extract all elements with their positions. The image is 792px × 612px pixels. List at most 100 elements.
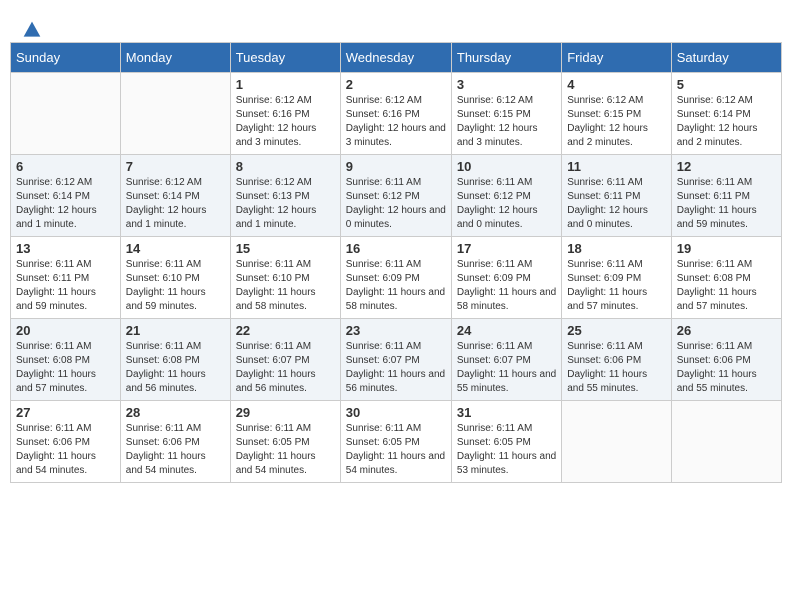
calendar-day-cell: 24Sunrise: 6:11 AM Sunset: 6:07 PM Dayli… bbox=[451, 319, 561, 401]
day-of-week-header: Sunday bbox=[11, 43, 121, 73]
day-of-week-header: Thursday bbox=[451, 43, 561, 73]
calendar-day-cell: 25 Sunrise: 6:11 AM Sunset: 6:06 PM Dayli… bbox=[562, 319, 672, 401]
calendar-day-cell: 10 Sunrise: 6:11 AM Sunset: 6:12 PM Dayli… bbox=[451, 155, 561, 237]
day-info: Sunrise: 6:11 AM Sunset: 6:05 PM Dayligh… bbox=[236, 422, 335, 478]
calendar-day-cell: 5 Sunrise: 6:12 AM Sunset: 6:14 PM Daylig… bbox=[671, 73, 781, 155]
day-info: Sunrise: 6:11 AM Sunset: 6:06 PM Dayligh… bbox=[16, 422, 115, 478]
day-number: 27 bbox=[16, 405, 115, 420]
day-number: 4 bbox=[567, 77, 666, 92]
day-of-week-header: Saturday bbox=[671, 43, 781, 73]
calendar-day-cell: 29 Sunrise: 6:11 AM Sunset: 6:05 PM Dayli… bbox=[230, 401, 340, 483]
day-number: 11 bbox=[567, 159, 666, 174]
calendar-day-cell: 15 Sunrise: 6:11 AM Sunset: 6:10 PM Dayli… bbox=[230, 237, 340, 319]
calendar-day-cell bbox=[671, 401, 781, 483]
day-info: Sunrise: 6:11 AM Sunset: 6:12 PM Dayligh… bbox=[457, 176, 556, 232]
day-info: Sunrise: 6:11 AM Sunset: 6:10 PM Dayligh… bbox=[236, 258, 335, 314]
day-info: Sunrise: 6:11 AM Sunset: 6:07 PM Dayligh… bbox=[346, 340, 446, 396]
calendar-day-cell: 6Sunrise: 6:12 AM Sunset: 6:14 PM Daylig… bbox=[11, 155, 121, 237]
day-info: Sunrise: 6:11 AM Sunset: 6:06 PM Dayligh… bbox=[677, 340, 776, 396]
calendar-day-cell: 9 Sunrise: 6:11 AM Sunset: 6:12 PM Daylig… bbox=[340, 155, 451, 237]
day-number: 1 bbox=[236, 77, 335, 92]
calendar-day-cell: 11 Sunrise: 6:11 AM Sunset: 6:11 PM Dayli… bbox=[562, 155, 672, 237]
calendar-day-cell: 31Sunrise: 6:11 AM Sunset: 6:05 PM Dayli… bbox=[451, 401, 561, 483]
calendar-day-cell: 21 Sunrise: 6:11 AM Sunset: 6:08 PM Dayli… bbox=[120, 319, 230, 401]
calendar-week-row: 13 Sunrise: 6:11 AM Sunset: 6:11 PM Dayli… bbox=[11, 237, 782, 319]
day-info: Sunrise: 6:12 AM Sunset: 6:14 PM Dayligh… bbox=[126, 176, 225, 232]
day-number: 30 bbox=[346, 405, 446, 420]
day-info: Sunrise: 6:11 AM Sunset: 6:11 PM Dayligh… bbox=[16, 258, 115, 314]
day-info: Sunrise: 6:11 AM Sunset: 6:10 PM Dayligh… bbox=[126, 258, 225, 314]
day-info: Sunrise: 6:12 AM Sunset: 6:14 PM Dayligh… bbox=[677, 94, 776, 150]
day-number: 20 bbox=[16, 323, 115, 338]
day-of-week-header: Wednesday bbox=[340, 43, 451, 73]
day-of-week-header: Tuesday bbox=[230, 43, 340, 73]
day-info: Sunrise: 6:11 AM Sunset: 6:06 PM Dayligh… bbox=[126, 422, 225, 478]
calendar-day-cell: 1 Sunrise: 6:12 AM Sunset: 6:16 PM Daylig… bbox=[230, 73, 340, 155]
logo-icon bbox=[22, 20, 42, 40]
day-number: 21 bbox=[126, 323, 225, 338]
day-info: Sunrise: 6:11 AM Sunset: 6:05 PM Dayligh… bbox=[346, 422, 446, 478]
calendar-day-cell: 4 Sunrise: 6:12 AM Sunset: 6:15 PM Daylig… bbox=[562, 73, 672, 155]
day-number: 9 bbox=[346, 159, 446, 174]
day-number: 25 bbox=[567, 323, 666, 338]
calendar-week-row: 27 Sunrise: 6:11 AM Sunset: 6:06 PM Dayli… bbox=[11, 401, 782, 483]
calendar-day-cell: 28Sunrise: 6:11 AM Sunset: 6:06 PM Dayli… bbox=[120, 401, 230, 483]
day-number: 18 bbox=[567, 241, 666, 256]
day-number: 12 bbox=[677, 159, 776, 174]
calendar-day-cell: 12 Sunrise: 6:11 AM Sunset: 6:11 PM Dayli… bbox=[671, 155, 781, 237]
day-number: 24 bbox=[457, 323, 556, 338]
day-number: 31 bbox=[457, 405, 556, 420]
day-info: Sunrise: 6:11 AM Sunset: 6:07 PM Dayligh… bbox=[236, 340, 335, 396]
day-number: 29 bbox=[236, 405, 335, 420]
calendar-day-cell: 22 Sunrise: 6:11 AM Sunset: 6:07 PM Dayli… bbox=[230, 319, 340, 401]
calendar-week-row: 6Sunrise: 6:12 AM Sunset: 6:14 PM Daylig… bbox=[11, 155, 782, 237]
calendar-day-cell: 30 Sunrise: 6:11 AM Sunset: 6:05 PM Dayli… bbox=[340, 401, 451, 483]
day-number: 26 bbox=[677, 323, 776, 338]
day-info: Sunrise: 6:11 AM Sunset: 6:09 PM Dayligh… bbox=[346, 258, 446, 314]
day-info: Sunrise: 6:11 AM Sunset: 6:08 PM Dayligh… bbox=[16, 340, 115, 396]
calendar-day-cell: 18 Sunrise: 6:11 AM Sunset: 6:09 PM Dayli… bbox=[562, 237, 672, 319]
day-number: 5 bbox=[677, 77, 776, 92]
day-info: Sunrise: 6:11 AM Sunset: 6:08 PM Dayligh… bbox=[677, 258, 776, 314]
day-number: 23 bbox=[346, 323, 446, 338]
calendar-table: SundayMondayTuesdayWednesdayThursdayFrid… bbox=[10, 42, 782, 483]
calendar-day-cell bbox=[11, 73, 121, 155]
day-number: 16 bbox=[346, 241, 446, 256]
calendar-day-cell: 14 Sunrise: 6:11 AM Sunset: 6:10 PM Dayli… bbox=[120, 237, 230, 319]
day-info: Sunrise: 6:11 AM Sunset: 6:06 PM Dayligh… bbox=[567, 340, 666, 396]
calendar-day-cell: 26 Sunrise: 6:11 AM Sunset: 6:06 PM Dayli… bbox=[671, 319, 781, 401]
calendar-day-cell: 17Sunrise: 6:11 AM Sunset: 6:09 PM Dayli… bbox=[451, 237, 561, 319]
calendar-header-row: SundayMondayTuesdayWednesdayThursdayFrid… bbox=[11, 43, 782, 73]
calendar-day-cell: 13 Sunrise: 6:11 AM Sunset: 6:11 PM Dayli… bbox=[11, 237, 121, 319]
day-info: Sunrise: 6:11 AM Sunset: 6:12 PM Dayligh… bbox=[346, 176, 446, 232]
calendar-day-cell: 8Sunrise: 6:12 AM Sunset: 6:13 PM Daylig… bbox=[230, 155, 340, 237]
day-info: Sunrise: 6:11 AM Sunset: 6:11 PM Dayligh… bbox=[567, 176, 666, 232]
day-of-week-header: Monday bbox=[120, 43, 230, 73]
calendar-week-row: 1 Sunrise: 6:12 AM Sunset: 6:16 PM Daylig… bbox=[11, 73, 782, 155]
day-number: 14 bbox=[126, 241, 225, 256]
calendar-day-cell: 23 Sunrise: 6:11 AM Sunset: 6:07 PM Dayli… bbox=[340, 319, 451, 401]
day-number: 15 bbox=[236, 241, 335, 256]
day-number: 19 bbox=[677, 241, 776, 256]
logo bbox=[20, 20, 42, 32]
day-info: Sunrise: 6:12 AM Sunset: 6:14 PM Dayligh… bbox=[16, 176, 115, 232]
calendar-week-row: 20 Sunrise: 6:11 AM Sunset: 6:08 PM Dayli… bbox=[11, 319, 782, 401]
day-info: Sunrise: 6:12 AM Sunset: 6:15 PM Dayligh… bbox=[567, 94, 666, 150]
day-info: Sunrise: 6:11 AM Sunset: 6:08 PM Dayligh… bbox=[126, 340, 225, 396]
day-number: 13 bbox=[16, 241, 115, 256]
day-info: Sunrise: 6:11 AM Sunset: 6:11 PM Dayligh… bbox=[677, 176, 776, 232]
calendar-day-cell: 7 Sunrise: 6:12 AM Sunset: 6:14 PM Daylig… bbox=[120, 155, 230, 237]
day-number: 2 bbox=[346, 77, 446, 92]
day-number: 17 bbox=[457, 241, 556, 256]
day-number: 7 bbox=[126, 159, 225, 174]
calendar-day-cell: 27 Sunrise: 6:11 AM Sunset: 6:06 PM Dayli… bbox=[11, 401, 121, 483]
day-of-week-header: Friday bbox=[562, 43, 672, 73]
calendar-day-cell: 20 Sunrise: 6:11 AM Sunset: 6:08 PM Dayli… bbox=[11, 319, 121, 401]
calendar-day-cell bbox=[120, 73, 230, 155]
calendar-day-cell: 3Sunrise: 6:12 AM Sunset: 6:15 PM Daylig… bbox=[451, 73, 561, 155]
day-number: 10 bbox=[457, 159, 556, 174]
day-info: Sunrise: 6:12 AM Sunset: 6:16 PM Dayligh… bbox=[236, 94, 335, 150]
page-header bbox=[10, 10, 782, 37]
day-info: Sunrise: 6:11 AM Sunset: 6:09 PM Dayligh… bbox=[567, 258, 666, 314]
day-number: 22 bbox=[236, 323, 335, 338]
